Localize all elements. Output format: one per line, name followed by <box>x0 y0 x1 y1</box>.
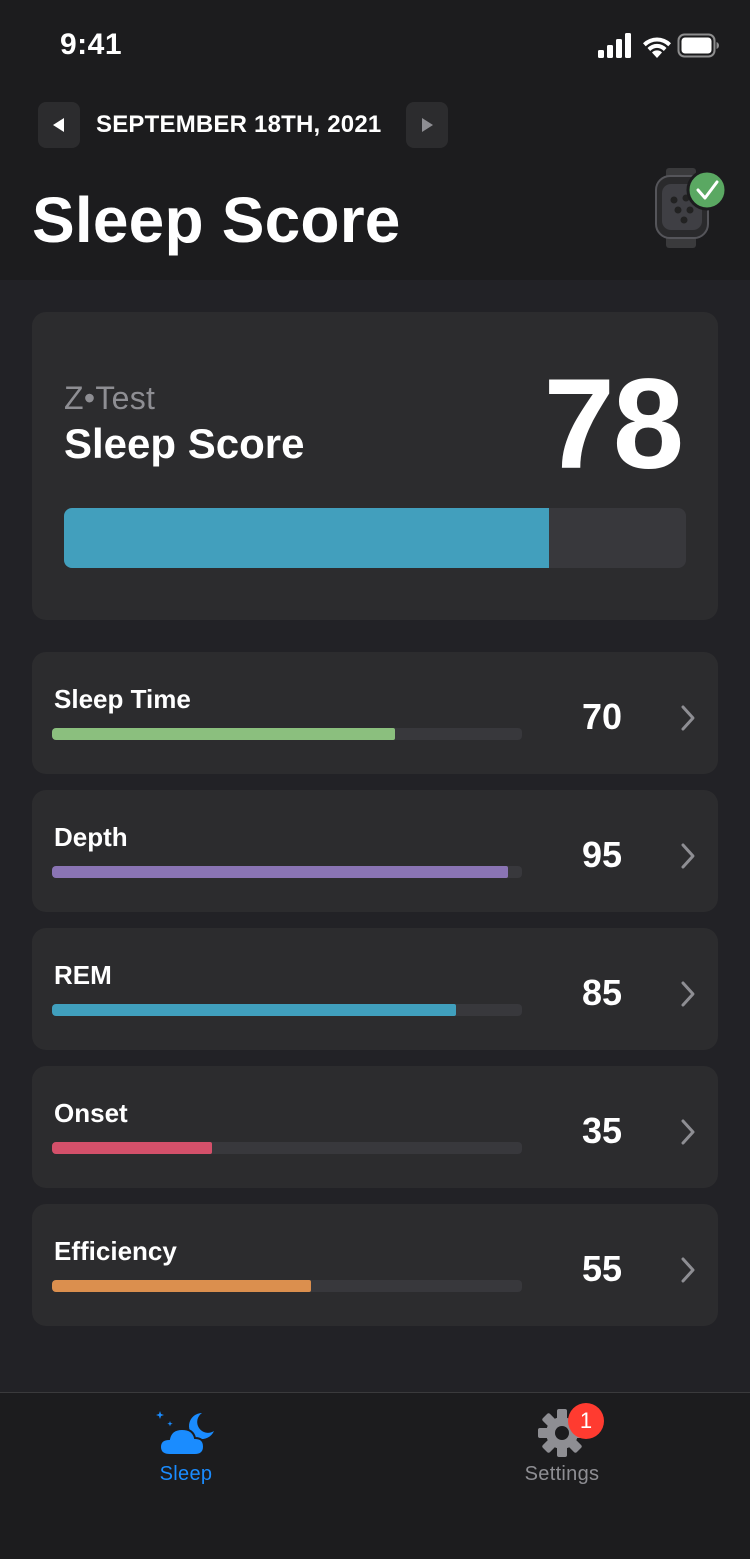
chevron-right-icon <box>681 1257 695 1283</box>
header: 9:41 SEPTEMBER 18TH, 2021 Sleep Score <box>0 0 750 280</box>
tab-settings-label: Settings <box>524 1463 600 1485</box>
chevron-right-icon <box>681 981 695 1007</box>
tab-settings[interactable]: Settings 1 <box>482 1403 642 1497</box>
metric-row-rem[interactable]: REM 85 <box>32 928 718 1050</box>
metric-value: 85 <box>581 972 622 1013</box>
metric-row-efficiency[interactable]: Efficiency 55 <box>32 1204 718 1326</box>
check-icon <box>686 169 728 211</box>
sleep-score-card: Z•Test Sleep Score 78 <box>32 312 718 620</box>
metric-progress-bar <box>52 1280 522 1292</box>
page-title: Sleep Score <box>32 184 401 256</box>
date-label: SEPTEMBER 18TH, 2021 <box>96 111 382 138</box>
metric-progress-fill <box>52 728 396 740</box>
metric-row-onset[interactable]: Onset 35 <box>32 1066 718 1188</box>
metric-row-depth[interactable]: Depth 95 <box>32 790 718 912</box>
metric-label: Efficiency <box>54 1236 177 1266</box>
chevron-right-icon <box>681 843 695 869</box>
metric-row-sleep-time[interactable]: Sleep Time 70 <box>32 652 718 774</box>
battery-icon <box>677 33 719 58</box>
score-progress-fill <box>64 508 550 568</box>
chevron-left-icon <box>53 118 64 132</box>
signal-icon <box>598 33 631 58</box>
chevron-right-icon <box>681 1119 695 1145</box>
notification-badge: 1 <box>568 1403 604 1439</box>
metric-label: Sleep Time <box>54 684 191 714</box>
date-navigator: SEPTEMBER 18TH, 2021 <box>38 102 458 148</box>
metric-progress-bar <box>52 866 522 878</box>
tab-bar: Sleep Settings 1 <box>0 1392 750 1559</box>
chevron-right-icon <box>422 118 433 132</box>
wifi-icon <box>643 37 671 58</box>
chevron-right-icon <box>681 705 695 731</box>
next-day-button[interactable] <box>406 102 448 148</box>
score-label: Sleep Score <box>64 420 305 467</box>
brand-label: Z•Test <box>64 380 156 416</box>
content-area: Z•Test Sleep Score 78 Sleep Time 70 Dept… <box>0 280 750 1392</box>
metric-progress-bar <box>52 728 522 740</box>
status-icons <box>598 32 720 60</box>
metric-progress-bar <box>52 1142 522 1154</box>
metric-value: 70 <box>581 696 622 737</box>
metric-label: Onset <box>54 1098 128 1128</box>
sleep-cloud-moon-icon <box>156 1411 214 1456</box>
status-time: 9:41 <box>60 28 123 61</box>
metric-progress-fill <box>52 866 508 878</box>
metric-progress-bar <box>52 1004 522 1016</box>
metric-progress-fill <box>52 1280 311 1292</box>
score-value: 78 <box>543 353 684 496</box>
metric-value: 95 <box>581 834 622 875</box>
device-status[interactable] <box>650 168 730 252</box>
score-progress-bar <box>64 508 686 568</box>
metric-progress-fill <box>52 1142 212 1154</box>
tab-sleep[interactable]: Sleep <box>106 1407 266 1497</box>
metric-progress-fill <box>52 1004 457 1016</box>
metric-label: REM <box>54 960 112 990</box>
metric-value: 55 <box>581 1248 622 1289</box>
metric-label: Depth <box>54 822 128 852</box>
previous-day-button[interactable] <box>38 102 80 148</box>
metric-value: 35 <box>581 1110 622 1151</box>
tab-sleep-label: Sleep <box>159 1463 213 1485</box>
